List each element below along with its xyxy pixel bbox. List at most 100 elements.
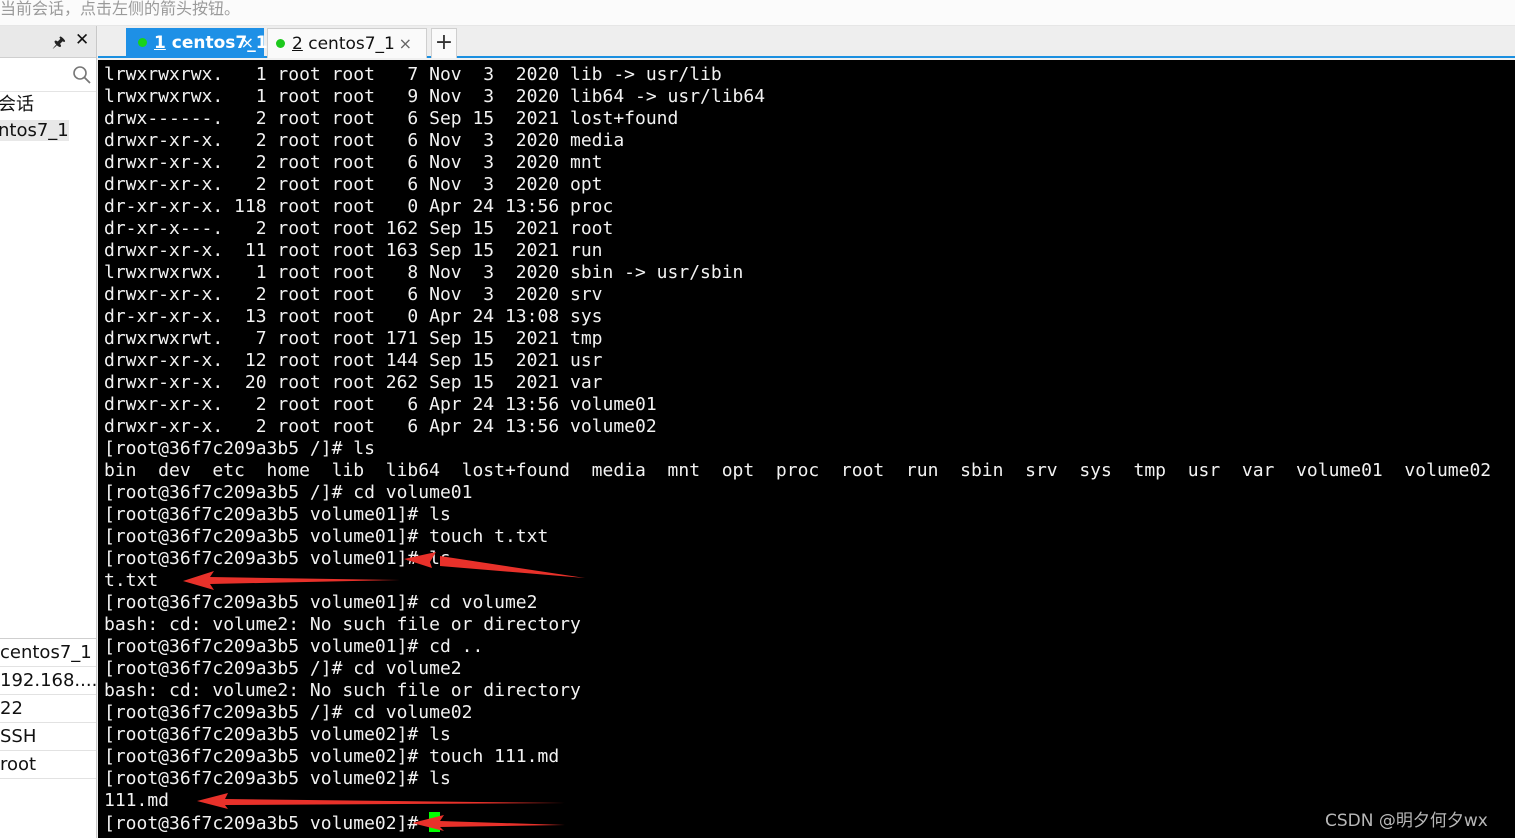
terminal-line-text: dr-xr-x---. 2 root root 162 Sep 15 2021 … — [104, 218, 614, 239]
terminal-line-text: drwx------. 2 root root 6 Sep 15 2021 lo… — [104, 108, 679, 129]
close-tab-icon[interactable]: × — [399, 29, 412, 59]
tab-session-2[interactable]: 2 centos7_1 × — [267, 28, 427, 58]
terminal-line: dr-xr-x---. 2 root root 162 Sep 15 2021 … — [104, 218, 1491, 240]
session-properties: centos7_1 192.168.... 22 SSH root — [0, 638, 96, 779]
terminal-line-text: drwxr-xr-x. 2 root root 6 Apr 24 13:56 v… — [104, 394, 657, 415]
terminal-line-text: bin dev etc home lib lib64 lost+found me… — [104, 460, 1492, 481]
terminal-output[interactable]: lrwxrwxrwx. 1 root root 7 Nov 3 2020 lib… — [98, 60, 1515, 838]
tab-number: 2 — [292, 34, 303, 54]
terminal-text: lrwxrwxrwx. 1 root root 7 Nov 3 2020 lib… — [104, 64, 1491, 834]
session-panel-header: 🖈 ✕ — [0, 26, 96, 58]
terminal-line-text: 111.md — [104, 790, 170, 811]
tree-item-session[interactable]: ntos7_1 — [0, 118, 96, 144]
terminal-line: [root@36f7c209a3b5 volume01]# cd .. — [104, 636, 1491, 658]
terminal-line-text: [root@36f7c209a3b5 /]# cd volume01 — [104, 482, 473, 503]
property-user: root — [0, 751, 96, 779]
terminal-line: 111.md — [104, 790, 1491, 812]
terminal-line-text: [root@36f7c209a3b5 volume01]# ls — [104, 504, 451, 525]
terminal-line-text: drwxr-xr-x. 20 root root 262 Sep 15 2021… — [104, 372, 603, 393]
terminal-line: [root@36f7c209a3b5 volume01]# ls — [104, 504, 1491, 526]
terminal-line: [root@36f7c209a3b5 volume02]# touch 111.… — [104, 746, 1491, 768]
terminal-line: dr-xr-xr-x. 13 root root 0 Apr 24 13:08 … — [104, 306, 1491, 328]
terminal-line-text: drwxr-xr-x. 2 root root 6 Apr 24 13:56 v… — [104, 416, 657, 437]
session-panel: 🖈 ✕ 会话 ntos7_1 centos7_1 192.168.... 22 … — [0, 26, 97, 838]
terminal-line: t.txt — [104, 570, 1491, 592]
terminal-line: [root@36f7c209a3b5 volume01]# cd volume2 — [104, 592, 1491, 614]
terminal-line: [root@36f7c209a3b5 volume02]# ls — [104, 724, 1491, 746]
terminal-line-text: drwxr-xr-x. 2 root root 6 Nov 3 2020 mnt — [104, 152, 603, 173]
add-tab-button[interactable]: + — [431, 28, 457, 58]
terminal-line: bash: cd: volume2: No such file or direc… — [104, 614, 1491, 636]
tab-bar: 1 centos7_1 × 2 centos7_1 × + — [98, 26, 1515, 58]
terminal-line-text: [root@36f7c209a3b5 volume02]# ls — [104, 724, 451, 745]
terminal-line: drwxr-xr-x. 2 root root 6 Apr 24 13:56 v… — [104, 416, 1491, 438]
terminal-line: drwxr-xr-x. 12 root root 144 Sep 15 2021… — [104, 350, 1491, 372]
terminal-line: drwxr-xr-x. 2 root root 6 Apr 24 13:56 v… — [104, 394, 1491, 416]
connected-status-icon — [138, 38, 147, 47]
tab-session-1[interactable]: 1 centos7_1 × — [126, 28, 268, 58]
terminal-line-text: bash: cd: volume2: No such file or direc… — [104, 614, 581, 635]
terminal-line: bash: cd: volume2: No such file or direc… — [104, 680, 1491, 702]
terminal-line-text: [root@36f7c209a3b5 /]# ls — [104, 438, 375, 459]
terminal-line-text: drwxr-xr-x. 12 root root 144 Sep 15 2021… — [104, 350, 603, 371]
terminal-line: [root@36f7c209a3b5 volume01]# touch t.tx… — [104, 526, 1491, 548]
terminal-line: drwxr-xr-x. 2 root root 6 Nov 3 2020 srv — [104, 284, 1491, 306]
terminal-line: drwxr-xr-x. 11 root root 163 Sep 15 2021… — [104, 240, 1491, 262]
terminal-line: [root@36f7c209a3b5 volume02]# — [104, 812, 1491, 834]
property-host: 192.168.... — [0, 667, 96, 695]
terminal-line-text: dr-xr-xr-x. 118 root root 0 Apr 24 13:56… — [104, 196, 614, 217]
terminal-line: [root@36f7c209a3b5 /]# cd volume2 — [104, 658, 1491, 680]
terminal-line: drwxr-xr-x. 2 root root 6 Nov 3 2020 med… — [104, 130, 1491, 152]
terminal-line: drwxr-xr-x. 20 root root 262 Sep 15 2021… — [104, 372, 1491, 394]
close-tab-icon[interactable]: × — [241, 28, 254, 58]
terminal-line: drwxr-xr-x. 2 root root 6 Nov 3 2020 opt — [104, 174, 1491, 196]
terminal-line-text: drwxr-xr-x. 11 root root 163 Sep 15 2021… — [104, 240, 603, 261]
session-search[interactable] — [0, 58, 96, 92]
watermark: CSDN @明夕何夕wx — [1325, 811, 1488, 831]
terminal-line-text: [root@36f7c209a3b5 volume01]# cd .. — [104, 636, 484, 657]
terminal-line-text: drwxr-xr-x. 2 root root 6 Nov 3 2020 opt — [104, 174, 603, 195]
terminal-line: drwx------. 2 root root 6 Sep 15 2021 lo… — [104, 108, 1491, 130]
tree-item-label: 会话 — [0, 94, 34, 115]
tab-label: centos7_1 — [308, 34, 395, 54]
terminal-line-text: [root@36f7c209a3b5 volume01]# touch t.tx… — [104, 526, 549, 547]
property-protocol: SSH — [0, 723, 96, 751]
tab-number: 1 — [154, 33, 166, 53]
terminal-line-text: [root@36f7c209a3b5 volume02]# — [104, 813, 430, 834]
terminal-line-text: dr-xr-xr-x. 13 root root 0 Apr 24 13:08 … — [104, 306, 603, 327]
terminal-line-text: [root@36f7c209a3b5 /]# cd volume2 — [104, 658, 462, 679]
terminal-line-text: lrwxrwxrwx. 1 root root 7 Nov 3 2020 lib… — [104, 64, 722, 85]
close-icon[interactable]: ✕ — [75, 30, 89, 50]
terminal-line-text: bash: cd: volume2: No such file or direc… — [104, 680, 581, 701]
terminal-line: [root@36f7c209a3b5 /]# cd volume01 — [104, 482, 1491, 504]
terminal-line: lrwxrwxrwx. 1 root root 9 Nov 3 2020 lib… — [104, 86, 1491, 108]
pin-icon[interactable]: 🖈 — [52, 32, 66, 57]
terminal-line: bin dev etc home lib lib64 lost+found me… — [104, 460, 1491, 482]
terminal-line-text: [root@36f7c209a3b5 volume01]# cd volume2 — [104, 592, 538, 613]
terminal-line: [root@36f7c209a3b5 volume02]# ls — [104, 768, 1491, 790]
terminal-line-text: [root@36f7c209a3b5 /]# cd volume02 — [104, 702, 473, 723]
terminal-line-text: drwxr-xr-x. 2 root root 6 Nov 3 2020 srv — [104, 284, 603, 305]
property-name: centos7_1 — [0, 639, 96, 667]
terminal-line-text: [root@36f7c209a3b5 volume02]# ls — [104, 768, 451, 789]
hint-text: 当前会话，点击左侧的箭头按钮。 — [0, 0, 241, 18]
property-port: 22 — [0, 695, 96, 723]
terminal-line: drwxr-xr-x. 2 root root 6 Nov 3 2020 mnt — [104, 152, 1491, 174]
terminal-cursor — [429, 812, 441, 832]
connected-status-icon — [276, 39, 285, 48]
terminal-line-text: drwxrwxrwt. 7 root root 171 Sep 15 2021 … — [104, 328, 603, 349]
terminal-line-text: [root@36f7c209a3b5 volume01]# ls — [104, 548, 451, 569]
hint-bar: 当前会话，点击左侧的箭头按钮。 — [0, 0, 1515, 26]
search-icon[interactable] — [72, 65, 92, 85]
terminal-line: [root@36f7c209a3b5 /]# ls — [104, 438, 1491, 460]
terminal-line: drwxrwxrwt. 7 root root 171 Sep 15 2021 … — [104, 328, 1491, 350]
terminal-line: dr-xr-xr-x. 118 root root 0 Apr 24 13:56… — [104, 196, 1491, 218]
terminal-line-text: lrwxrwxrwx. 1 root root 8 Nov 3 2020 sbi… — [104, 262, 744, 283]
terminal-line: lrwxrwxrwx. 1 root root 8 Nov 3 2020 sbi… — [104, 262, 1491, 284]
terminal-line: [root@36f7c209a3b5 volume01]# ls — [104, 548, 1491, 570]
tree-item-label: ntos7_1 — [0, 120, 69, 141]
tree-item-sessions[interactable]: 会话 — [0, 92, 96, 118]
terminal-line-text: lrwxrwxrwx. 1 root root 9 Nov 3 2020 lib… — [104, 86, 766, 107]
terminal-line-text: t.txt — [104, 570, 159, 591]
terminal-line: lrwxrwxrwx. 1 root root 7 Nov 3 2020 lib… — [104, 64, 1491, 86]
